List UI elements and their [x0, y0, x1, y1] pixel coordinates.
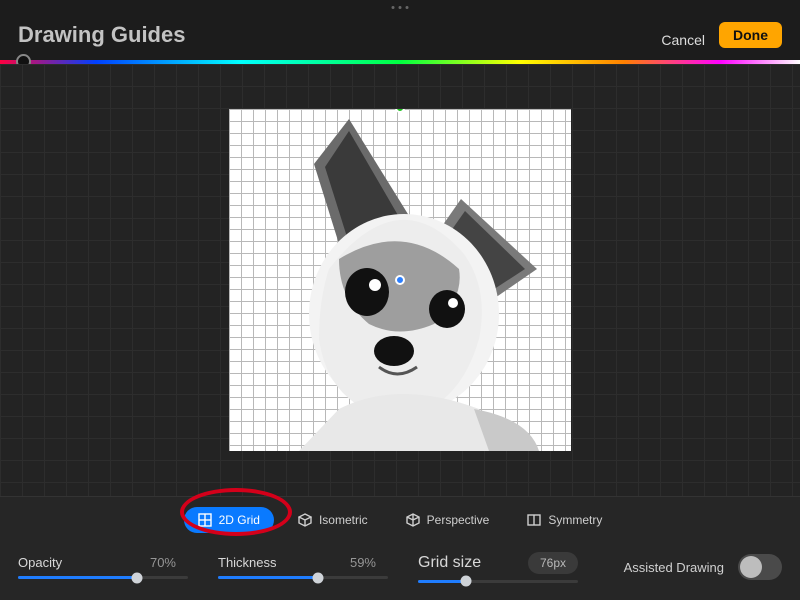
canvas-center-handle[interactable]: [395, 275, 405, 285]
grid-size-slider-knob[interactable]: [461, 576, 472, 587]
thickness-value: 59%: [350, 555, 388, 570]
grid-icon: [198, 513, 212, 527]
cube-outline-icon: [406, 513, 420, 527]
tab-2d-grid[interactable]: 2D Grid: [184, 507, 274, 533]
assisted-drawing: Assisted Drawing: [624, 554, 782, 580]
cube-icon: [298, 513, 312, 527]
opacity-value: 70%: [150, 555, 188, 570]
opacity-param: Opacity 70%: [18, 555, 188, 579]
canvas-stage: [0, 64, 800, 496]
drag-handle-icon[interactable]: [392, 6, 409, 9]
thickness-param: Thickness 59%: [218, 555, 388, 579]
assisted-drawing-toggle[interactable]: [738, 554, 782, 580]
grid-size-param: Grid size 76px: [418, 552, 538, 583]
assisted-drawing-label: Assisted Drawing: [624, 560, 724, 575]
tab-symmetry[interactable]: Symmetry: [513, 507, 616, 533]
tab-label: Perspective: [427, 513, 490, 527]
grid-size-value[interactable]: 76px: [528, 552, 578, 574]
done-button[interactable]: Done: [719, 22, 782, 48]
thickness-slider[interactable]: [218, 576, 388, 579]
tab-label: Symmetry: [548, 513, 602, 527]
opacity-label: Opacity: [18, 555, 62, 570]
grid-size-slider[interactable]: [418, 580, 578, 583]
tab-label: Isometric: [319, 513, 368, 527]
thickness-slider-knob[interactable]: [313, 572, 324, 583]
opacity-slider-knob[interactable]: [132, 572, 143, 583]
thickness-label: Thickness: [218, 555, 277, 570]
canvas-preview[interactable]: [229, 109, 571, 451]
tab-label: 2D Grid: [219, 513, 260, 527]
param-row: Opacity 70% Thickness 59% Grid size 76px: [0, 539, 800, 595]
tab-isometric[interactable]: Isometric: [284, 507, 382, 533]
cancel-button[interactable]: Cancel: [661, 32, 705, 48]
symmetry-icon: [527, 513, 541, 527]
opacity-slider[interactable]: [18, 576, 188, 579]
grid-size-label: Grid size: [418, 554, 481, 572]
guide-tabs: 2D Grid Isometric Perspective Symmetry: [0, 497, 800, 539]
page-title: Drawing Guides: [18, 22, 661, 48]
tab-perspective[interactable]: Perspective: [392, 507, 504, 533]
toolbar: 2D Grid Isometric Perspective Symmetry O…: [0, 496, 800, 600]
